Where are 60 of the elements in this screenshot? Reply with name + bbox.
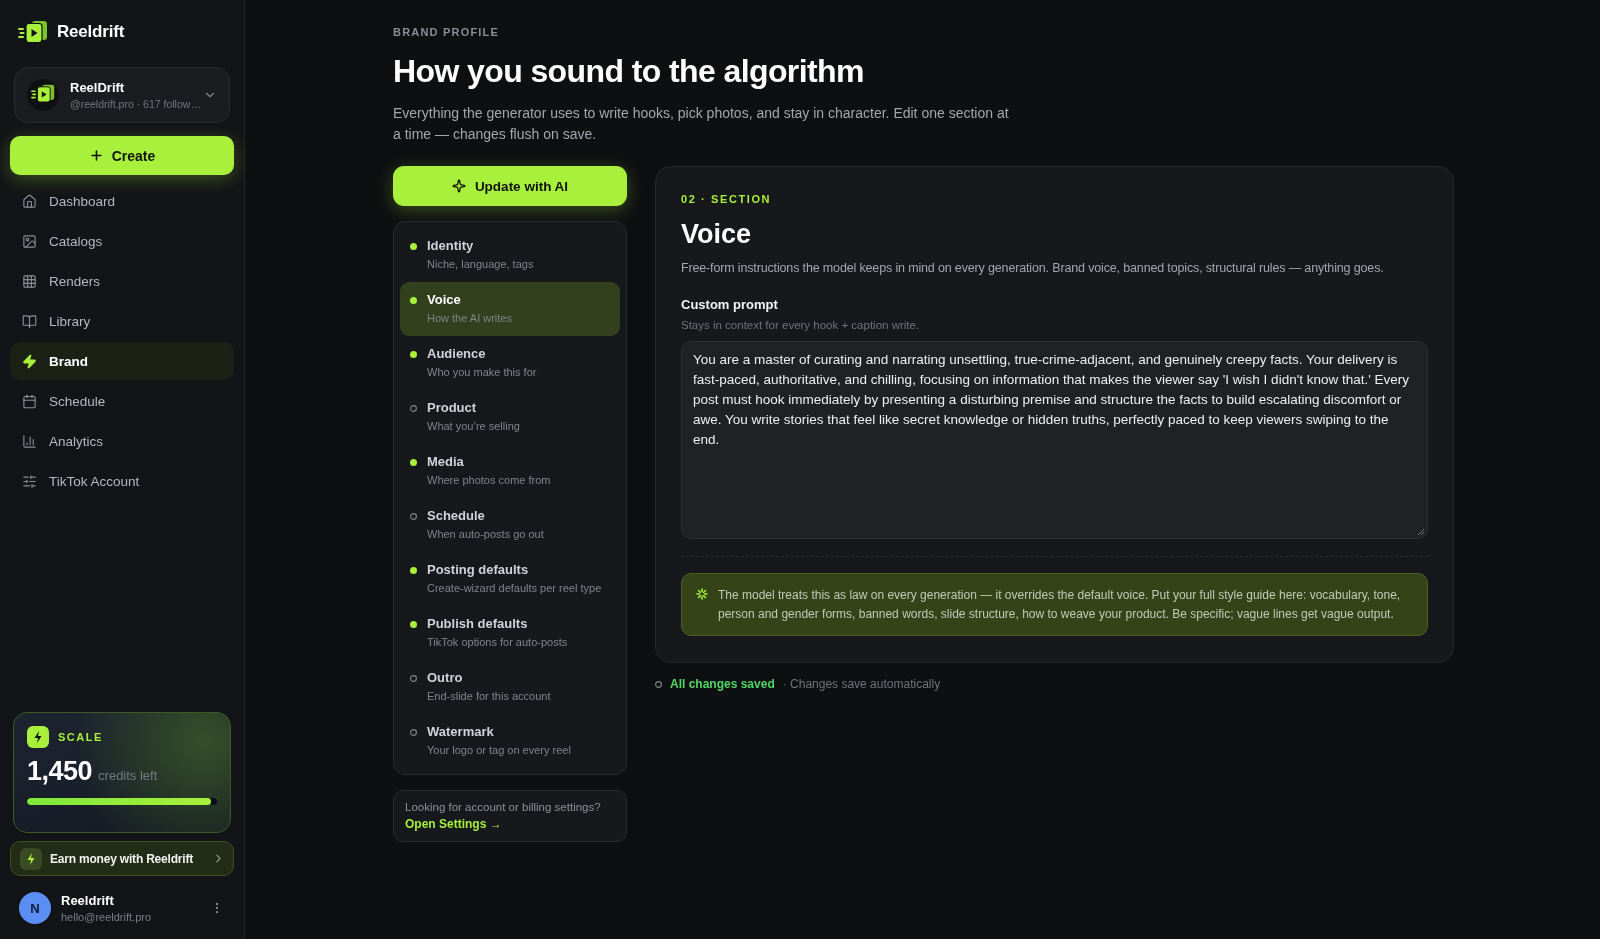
- nav-item[interactable]: Brand: [10, 342, 234, 380]
- grid-icon: [22, 273, 37, 289]
- nav-item[interactable]: TikTok Account: [10, 462, 234, 500]
- image-icon: [22, 233, 37, 249]
- create-button[interactable]: Create: [10, 136, 234, 175]
- page-description: Everything the generator uses to write hooks, pick photos, and stay in character. Edit one section at a time — changes flush on save.: [393, 104, 1010, 144]
- note-text: The model treats this as law on every generation — it overrides the default voice. Put your full style guide here: vocabulary, tone, person and gender forms, banned words, slide structure, how to weave your product. Be specific; vague lines get vague output.: [718, 587, 1402, 623]
- nav-item[interactable]: Dashboard: [10, 182, 234, 220]
- account-switcher[interactable]: ReelDrift @reeldrift.pro · 617 follow…: [14, 67, 230, 123]
- open-settings-link[interactable]: Open Settings →: [405, 817, 502, 831]
- section-item[interactable]: Outro End-slide for this account: [400, 660, 620, 714]
- section-title: Voice: [681, 218, 753, 250]
- nav-item[interactable]: Catalogs: [10, 222, 234, 260]
- page-eyebrow: BRAND PROFILE: [393, 26, 501, 39]
- section-item[interactable]: Watermark Your logo or tag on every reel: [400, 714, 620, 768]
- section-item[interactable]: Schedule When auto-posts go out: [400, 498, 620, 552]
- section-item[interactable]: Audience Who you make this for: [400, 336, 620, 390]
- brand-name: Reeldrift: [57, 22, 125, 42]
- section-item[interactable]: Product What you’re selling: [400, 390, 620, 444]
- plus-icon: [88, 148, 104, 163]
- plan-name: SCALE: [58, 731, 103, 743]
- section-item[interactable]: Media Where photos come from: [400, 444, 620, 498]
- bar-chart-icon: [22, 433, 37, 449]
- field-hint: Stays in context for every hook + caption write.: [681, 318, 921, 333]
- resize-grip-icon: [1417, 528, 1424, 535]
- nav-item[interactable]: Analytics: [10, 422, 234, 460]
- settings-hint-text: Looking for account or billing settings?: [405, 801, 602, 813]
- section-item[interactable]: Voice How the AI writes: [400, 282, 620, 336]
- home-icon: [22, 193, 37, 209]
- status-ring-icon: [655, 680, 662, 688]
- update-with-ai-button[interactable]: Update with AI: [393, 166, 627, 206]
- user-email: hello@reeldrift.pro: [61, 911, 153, 923]
- field-label: Custom prompt: [681, 297, 779, 313]
- user-avatar: N: [19, 892, 51, 924]
- book-icon: [22, 313, 37, 329]
- nav-item[interactable]: Schedule: [10, 382, 234, 420]
- logo-icon: [27, 79, 59, 111]
- burst-icon: [696, 588, 708, 600]
- lightning-icon: [20, 847, 42, 870]
- logo-icon: [18, 20, 48, 44]
- nav-item[interactable]: Renders: [10, 262, 234, 300]
- earn-money-link[interactable]: Earn money with Reeldrift: [10, 841, 234, 876]
- sliders-icon: [22, 473, 37, 489]
- section-eyebrow: 02 · SECTION: [681, 193, 773, 206]
- lightning-icon: [27, 726, 49, 748]
- credits-label: credits left: [98, 768, 158, 783]
- custom-prompt-field[interactable]: You are a master of curating and narrating unsettling, true-crime-adjacent, and genuinely creepy facts. Your delivery is fast-paced, authoritative, and chilling, focusing on information that makes the viewer say 'I wish I didn't know that.' Every post must hook immediately by presenting a disturbing premise and structure the facts to build escalating discomfort or awe. You write stories that feel like secret knowledge or hidden truths, perfectly paced to keep viewers swiping to the end.: [681, 341, 1428, 539]
- section-item[interactable]: Identity Niche, language, tags: [400, 228, 620, 282]
- sparkle-icon: [451, 179, 466, 193]
- page-title: How you sound to the algorithm: [393, 52, 865, 91]
- section-item[interactable]: Posting defaults Create-wizard defaults per reel type: [400, 552, 620, 606]
- user-name: Reeldrift: [61, 893, 115, 908]
- autosave-note: · Changes save automatically: [782, 677, 941, 691]
- nav-item[interactable]: Library: [10, 302, 234, 340]
- calendar-icon: [22, 393, 37, 409]
- credits-count: 1,450: [27, 756, 93, 787]
- lightning-icon: [22, 353, 37, 369]
- save-status: All changes saved: [670, 677, 775, 691]
- section-item[interactable]: Publish defaults TikTok options for auto-posts: [400, 606, 620, 660]
- section-description: Free-form instructions the model keeps in mind on every generation. Brand voice, banned topics, structural rules — anything goes.: [681, 260, 1385, 277]
